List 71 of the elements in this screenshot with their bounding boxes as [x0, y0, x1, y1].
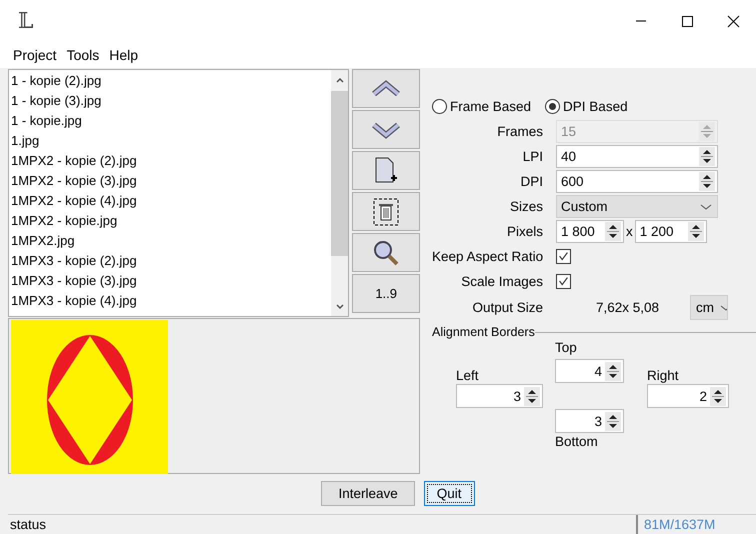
unit-dropdown[interactable]: cm	[690, 295, 728, 320]
field-label: Scale Images	[460, 274, 543, 289]
file-item[interactable]: 1 - kopie (3).jpg	[9, 92, 332, 112]
down-button[interactable]	[352, 110, 420, 149]
group-title: Alignment Borders	[432, 325, 535, 339]
spin-button[interactable]	[605, 412, 621, 430]
scroll-up-icon[interactable]	[334, 75, 345, 85]
trash-icon	[373, 198, 400, 226]
spin-button[interactable]	[699, 172, 715, 191]
output-size-value: 7,62x 5,08	[596, 300, 660, 315]
radio-button[interactable]: Frame Based	[432, 98, 532, 114]
spin-button[interactable]	[699, 147, 715, 166]
field-label: Frames	[496, 124, 543, 139]
radio-button[interactable]: DPI Based	[545, 98, 628, 114]
field-label: Sizes	[508, 199, 543, 214]
delete-button[interactable]	[352, 192, 420, 231]
checkbox[interactable]	[556, 274, 571, 289]
field-label: Keep Aspect Ratio	[432, 249, 543, 264]
chevron-down-icon	[699, 202, 713, 212]
file-item[interactable]: 1MPX2 - kopie (3).jpg	[9, 172, 332, 192]
checkbox[interactable]	[556, 249, 571, 264]
spin-button[interactable]	[524, 386, 540, 406]
up-button[interactable]	[352, 69, 420, 108]
app-logo: 𝕃	[18, 8, 34, 34]
file-item[interactable]: 1MPX2 - kopie (2).jpg	[9, 152, 332, 172]
field-label: LPI	[522, 149, 543, 164]
file-item[interactable]: 1MPX2 - kopie.jpg	[9, 212, 332, 232]
field-label: Pixels	[506, 224, 543, 239]
file-item[interactable]: 1MPX2.jpg	[9, 232, 332, 252]
spin-button[interactable]	[688, 222, 704, 241]
scroll-down-icon[interactable]	[334, 302, 345, 312]
memory-usage: 81M/1637M	[636, 515, 756, 534]
action-button[interactable]: Interleave	[321, 480, 415, 506]
spinner-field[interactable]: 1 200	[634, 220, 707, 243]
spinner-field[interactable]: 3	[456, 384, 543, 408]
spinner-field[interactable]: 600	[556, 170, 718, 193]
field-label: Output Size	[471, 300, 543, 315]
file-item[interactable]: 1 - kopie (2).jpg	[9, 72, 332, 92]
chevron-down-icon	[720, 304, 727, 312]
menu-item[interactable]: Project	[8, 47, 62, 63]
spinner-field[interactable]: 1 800	[556, 220, 624, 243]
file-item[interactable]: 1 - kopie.jpg	[9, 112, 332, 132]
left-label: Left	[456, 368, 480, 383]
search-icon	[372, 238, 400, 266]
spin-button[interactable]	[605, 362, 621, 380]
spinner-field[interactable]: 3	[555, 409, 624, 433]
spinner-field[interactable]: 4	[555, 359, 624, 383]
file-item[interactable]: 1MPX2 - kopie (4).jpg	[9, 192, 332, 212]
file-item[interactable]: 1MPX3 - kopie (4).jpg	[9, 292, 332, 312]
numbering-button[interactable]: 1..9	[352, 274, 420, 313]
top-label: Top	[555, 340, 578, 357]
sizes-dropdown[interactable]: Custom	[556, 195, 718, 218]
spinner-field[interactable]: 40	[556, 145, 718, 168]
scrollbar[interactable]	[331, 70, 348, 316]
file-item[interactable]: 1.jpg	[9, 132, 332, 152]
add-button[interactable]	[352, 151, 420, 190]
bottom-label: Bottom	[555, 434, 599, 451]
spin-button[interactable]	[710, 386, 726, 406]
action-button[interactable]: Quit	[424, 480, 475, 506]
menu-item[interactable]: Help	[104, 47, 144, 63]
status-text: status	[9, 516, 48, 534]
add-document-icon	[374, 156, 398, 184]
file-item[interactable]: 1MPX3 - kopie (2).jpg	[9, 252, 332, 272]
field-label: DPI	[519, 174, 543, 189]
times-label: x	[626, 224, 633, 239]
menu-item[interactable]: Tools	[62, 47, 104, 63]
right-label: Right	[647, 368, 680, 383]
file-item[interactable]: 1MPX3 - kopie (3).jpg	[9, 272, 332, 292]
spinner-field[interactable]: 2	[647, 384, 729, 408]
zoom-button[interactable]	[352, 233, 420, 272]
spin-button[interactable]	[605, 222, 621, 241]
